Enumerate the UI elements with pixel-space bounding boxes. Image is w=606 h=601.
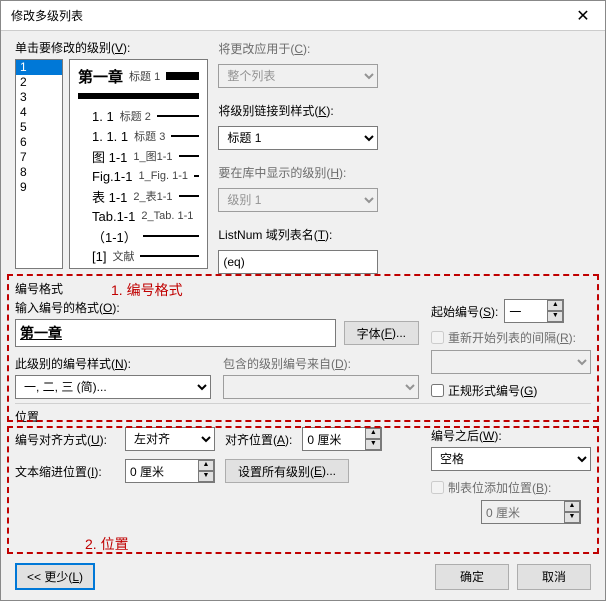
start-at-spinner[interactable]: ▲▼ — [547, 300, 563, 322]
legal-format-checkbox[interactable] — [431, 384, 444, 397]
level-item[interactable]: 4 — [16, 105, 62, 120]
number-align-select[interactable]: 左对齐 — [125, 427, 215, 451]
text-indent-label: 文本缩进位置(I): — [15, 463, 115, 480]
aligned-at-label: 对齐位置(A): — [225, 431, 292, 448]
preview-line: Tab.1-12_Tab. 1-1 — [92, 206, 199, 226]
text-indent-spinner[interactable]: ▲▼ — [198, 460, 214, 482]
number-style-label: 此级别的编号样式(N): — [15, 355, 211, 372]
listnum-input[interactable] — [218, 250, 378, 274]
follow-number-label: 编号之后(W): — [431, 427, 591, 444]
level-item[interactable]: 6 — [16, 135, 62, 150]
levels-label: 单击要修改的级别(V): — [15, 39, 208, 56]
include-level-from-select[interactable] — [223, 375, 419, 399]
level-item[interactable]: 5 — [16, 120, 62, 135]
number-format-label: 输入编号的格式(O): — [15, 299, 419, 316]
preview-line: 表 1-12_表1-1 — [92, 186, 199, 206]
preview-line: 图 1-11_图1-1 — [92, 146, 199, 166]
add-tab-stop-checkbox[interactable] — [431, 481, 444, 494]
preview-line: Fig.1-11_Fig. 1-1 — [92, 166, 199, 186]
less-button[interactable]: << 更少(L) — [15, 563, 95, 590]
set-all-levels-button[interactable]: 设置所有级别(E)... — [225, 459, 349, 483]
restart-list-label: 重新开始列表的间隔(R): — [448, 329, 576, 346]
link-style-label: 将级别链接到样式(K): — [218, 102, 378, 119]
preview-line: 1. 1. 1标题 3 — [92, 126, 199, 146]
preview-line: 1. 1标题 2 — [92, 106, 199, 126]
level-item[interactable]: 8 — [16, 165, 62, 180]
restart-list-checkbox[interactable] — [431, 331, 444, 344]
modify-multilevel-list-dialog: 修改多级列表 ✕ 单击要修改的级别(V): 123456789 第一章标题 1 1… — [0, 0, 606, 601]
start-at-label: 起始编号(S): — [431, 303, 498, 320]
section-position-title: 位置 — [15, 408, 591, 425]
apply-to-select[interactable]: 整个列表 — [218, 64, 378, 88]
section-number-format-title: 编号格式 — [15, 280, 591, 297]
number-style-select[interactable]: 一, 二, 三 (简)... — [15, 375, 211, 399]
level-item[interactable]: 1 — [16, 60, 62, 75]
dialog-title: 修改多级列表 — [11, 7, 83, 24]
font-button[interactable]: 字体(F)... — [344, 321, 419, 345]
titlebar: 修改多级列表 ✕ — [1, 1, 605, 31]
level-item[interactable]: 9 — [16, 180, 62, 195]
preview-pane: 第一章标题 1 1. 1标题 21. 1. 1标题 3图 1-11_图1-1Fig… — [69, 59, 208, 269]
number-align-label: 编号对齐方式(U): — [15, 431, 115, 448]
number-format-input[interactable] — [15, 319, 336, 347]
include-level-from-label: 包含的级别编号来自(D): — [223, 355, 419, 372]
level-item[interactable]: 7 — [16, 150, 62, 165]
listnum-label: ListNum 域列表名(T): — [218, 226, 378, 243]
follow-number-select[interactable]: 空格 — [431, 447, 591, 471]
preview-line: （1-1） — [92, 226, 199, 246]
preview-line: 第一章标题 1 — [78, 66, 199, 86]
add-tab-stop-label: 制表位添加位置(B): — [448, 479, 551, 496]
preview-line: [1]文献 — [92, 246, 199, 266]
legal-format-label: 正规形式编号(G) — [448, 382, 537, 399]
level-item[interactable]: 3 — [16, 90, 62, 105]
annotation-label-2: 2. 位置 — [85, 534, 129, 554]
tab-stop-spinner[interactable]: ▲▼ — [564, 501, 580, 523]
ok-button[interactable]: 确定 — [435, 564, 509, 590]
cancel-button[interactable]: 取消 — [517, 564, 591, 590]
levels-listbox[interactable]: 123456789 — [15, 59, 63, 269]
restart-after-select[interactable] — [431, 350, 591, 374]
gallery-level-select[interactable]: 级别 1 — [218, 188, 378, 212]
level-item[interactable]: 2 — [16, 75, 62, 90]
gallery-level-label: 要在库中显示的级别(H): — [218, 164, 378, 181]
aligned-at-spinner[interactable]: ▲▼ — [365, 428, 381, 450]
apply-to-label: 将更改应用于(C): — [218, 40, 378, 57]
close-button[interactable]: ✕ — [563, 2, 603, 30]
preview-line — [78, 86, 199, 106]
link-style-select[interactable]: 标题 1 — [218, 126, 378, 150]
